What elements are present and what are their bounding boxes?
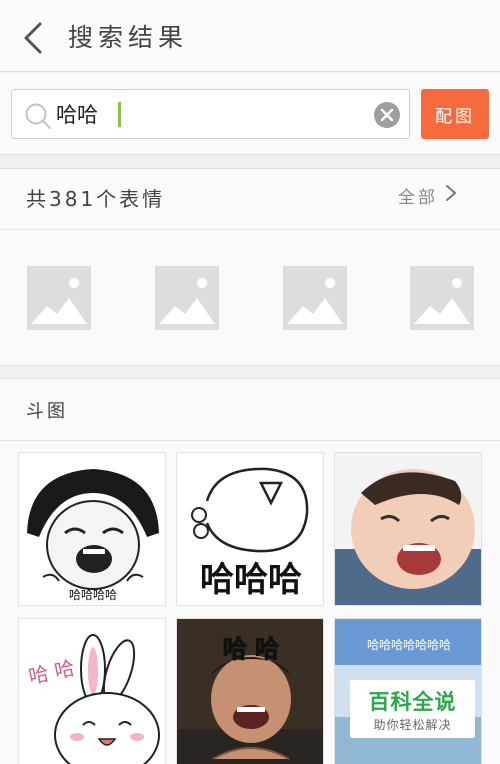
tile-caption: 哈哈哈哈哈哈哈 [367,638,451,652]
doutu-title: 斗图 [26,401,68,422]
baby-photo-image [335,453,481,605]
tile-caption: 哈 哈 [223,635,279,663]
search-box[interactable] [11,89,410,139]
meme-tile[interactable] [334,452,482,606]
image-placeholder-icon[interactable] [410,266,474,330]
page-title: 搜索结果 [68,23,189,52]
divider [0,229,500,230]
divider [0,440,500,441]
view-all-label: 全部 [398,188,438,208]
man-laughing-photo-image: 哈 哈 [177,619,323,764]
bunny-cartoon-image: 哈 哈 [19,619,165,764]
meme-face-image: 哈哈哈哈 [19,453,165,605]
watermark-badge: 百科全说 助你轻松解决 [350,680,475,738]
meme-tile[interactable]: 哈 哈 [176,618,324,764]
search-icon [24,102,52,130]
search-bar: 配图 [0,73,500,155]
watermark-title: 百科全说 [368,690,457,714]
meme-doodle-image: 哈哈哈 [177,453,323,605]
results-count: 共381个表情 [26,187,166,211]
meme-tile[interactable]: 哈 哈 [18,618,166,764]
image-placeholder-icon[interactable] [27,266,91,330]
text-caret [118,102,121,127]
tile-caption: 哈哈哈 [200,560,302,600]
meme-tile[interactable]: 哈哈哈哈 [18,452,166,606]
clear-icon[interactable] [374,102,400,128]
tile-caption: 哈哈哈哈 [69,588,117,602]
image-placeholder-icon[interactable] [155,266,219,330]
meme-tile[interactable]: 哈哈哈 [176,452,324,606]
search-input[interactable] [56,98,366,130]
results-section: 共381个表情 全部 [0,168,500,366]
watermark-subtitle: 助你轻松解决 [373,718,452,732]
header-bar: 搜索结果 [0,0,500,72]
match-image-button[interactable]: 配图 [421,89,489,139]
chevron-right-icon [438,183,458,208]
image-placeholder-icon[interactable] [283,266,347,330]
view-all-link[interactable]: 全部 [398,183,458,208]
back-arrow-icon[interactable] [20,20,48,56]
